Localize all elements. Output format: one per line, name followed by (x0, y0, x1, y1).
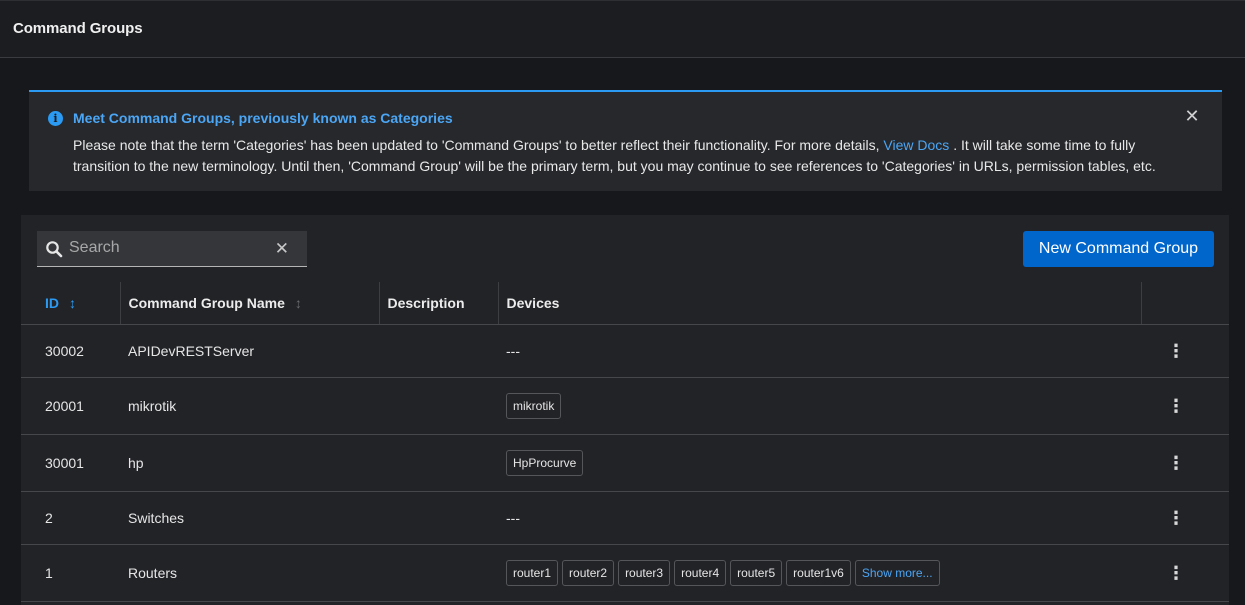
kebab-menu-icon[interactable]: ⋮ (1166, 509, 1186, 527)
command-groups-panel: ✕ New Command Group ID ↕ Command Group Na… (21, 215, 1229, 605)
column-header-name[interactable]: Command Group Name ↕ (120, 282, 380, 325)
cell-name: Switches (120, 491, 379, 545)
cell-id: 1 (21, 544, 120, 602)
table-row[interactable]: 30001 hp HpProcurve ⋮ (21, 434, 1229, 492)
cell-name: hp (120, 434, 379, 492)
table-row[interactable]: 2 Switches --- ⋮ (21, 491, 1229, 545)
search-input[interactable] (69, 231, 269, 265)
cell-actions: ⋮ (1141, 491, 1229, 545)
table-row[interactable]: 20001 mikrotik mikrotik ⋮ (21, 377, 1229, 435)
cell-actions: ⋮ (1141, 544, 1229, 602)
page-title: Command Groups (13, 20, 143, 37)
device-chip[interactable]: router1 (506, 559, 559, 586)
kebab-menu-icon[interactable]: ⋮ (1166, 342, 1186, 360)
alert-title: Meet Command Groups, previously known as… (73, 110, 453, 126)
cell-name: Routers (120, 544, 379, 602)
column-header-id[interactable]: ID ↕ (21, 282, 121, 325)
cell-description (379, 544, 498, 602)
device-chip[interactable]: router4 (674, 559, 727, 586)
device-chip[interactable]: router1v6 (786, 559, 851, 586)
search-box[interactable]: ✕ (37, 231, 307, 267)
cell-devices: --- (498, 324, 1141, 378)
kebab-menu-icon[interactable]: ⋮ (1166, 564, 1186, 582)
device-chip[interactable]: HpProcurve (506, 449, 584, 476)
search-icon (46, 241, 63, 258)
cell-name: mikrotik (120, 377, 379, 435)
sort-icon[interactable]: ↕ (295, 295, 302, 311)
kebab-menu-icon[interactable]: ⋮ (1166, 397, 1186, 415)
cell-name: APIDevRESTServer (120, 324, 379, 378)
column-header-description: Description (379, 282, 499, 325)
column-header-devices: Devices (498, 282, 1142, 325)
column-label-id: ID (45, 294, 59, 311)
command-groups-table: ID ↕ Command Group Name ↕ Description Devi… (21, 282, 1229, 602)
cell-id: 2 (21, 491, 120, 545)
cell-description (379, 491, 498, 545)
page-header: Command Groups (0, 0, 1245, 58)
cell-id: 30001 (21, 434, 120, 492)
cell-devices: router1 router2 router3 router4 router5 route… (498, 544, 1141, 602)
device-chip[interactable]: router3 (618, 559, 671, 586)
cell-description (379, 324, 498, 378)
alert-body-text-1: Please note that the term 'Categories' h… (73, 137, 884, 153)
cell-id: 30002 (21, 324, 120, 378)
cell-devices: --- (498, 491, 1141, 545)
close-icon[interactable]: ✕ (1184, 107, 1200, 125)
info-alert: i Meet Command Groups, previously known … (29, 90, 1222, 191)
cell-description (379, 377, 498, 435)
cell-devices: mikrotik (498, 377, 1141, 435)
cell-actions: ⋮ (1141, 324, 1229, 378)
device-chip[interactable]: mikrotik (506, 392, 562, 419)
column-label-description: Description (387, 294, 465, 311)
kebab-menu-icon[interactable]: ⋮ (1166, 454, 1186, 472)
table-header-row: ID ↕ Command Group Name ↕ Description Devi… (21, 282, 1229, 325)
cell-actions: ⋮ (1141, 434, 1229, 492)
alert-body: Please note that the term 'Categories' h… (73, 135, 1183, 177)
cell-description (379, 434, 498, 492)
column-label-devices: Devices (506, 294, 560, 311)
cell-id: 20001 (21, 377, 120, 435)
clear-search-icon[interactable]: ✕ (275, 239, 289, 259)
cell-devices: HpProcurve (498, 434, 1141, 492)
column-label-name: Command Group Name (128, 294, 285, 311)
cell-actions: ⋮ (1141, 377, 1229, 435)
view-docs-link[interactable]: View Docs (883, 137, 949, 153)
device-chip[interactable]: router5 (730, 559, 783, 586)
info-icon: i (48, 111, 63, 126)
sort-icon[interactable]: ↕ (69, 295, 76, 311)
new-command-group-button[interactable]: New Command Group (1023, 231, 1214, 267)
device-chip[interactable]: router2 (562, 559, 615, 586)
table-row[interactable]: 30002 APIDevRESTServer --- ⋮ (21, 324, 1229, 378)
column-header-actions (1141, 282, 1229, 325)
table-row[interactable]: 1 Routers router1 router2 router3 router4 ro… (21, 544, 1229, 602)
show-more-button[interactable]: Show more... (854, 559, 940, 586)
